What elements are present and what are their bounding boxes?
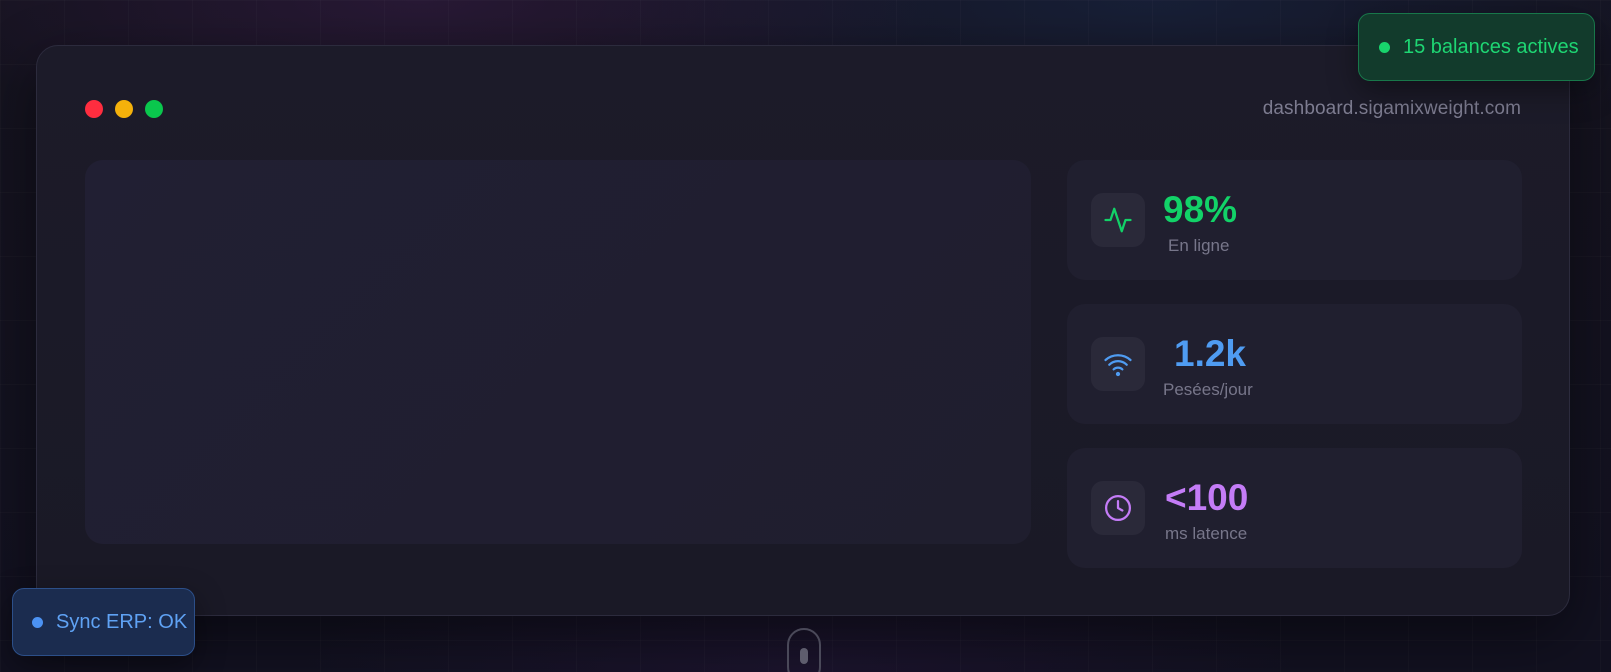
active-scales-badge: 15 balances actives <box>1358 13 1595 81</box>
window-controls <box>85 100 163 118</box>
url-label: dashboard.sigamixweight.com <box>1262 98 1521 119</box>
stat-value: 1.2k <box>1174 333 1247 374</box>
badge-text: Sync ERP: OK <box>56 610 188 633</box>
stat-label: ms latence <box>1165 524 1248 543</box>
badge-text: 15 balances actives <box>1403 35 1579 58</box>
dashboard-window: dashboard.sigamixweight.com 98% En ligne <box>36 45 1570 616</box>
erp-sync-badge: Sync ERP: OK <box>12 588 195 656</box>
stat-value: 98% <box>1163 189 1238 230</box>
status-dot-icon <box>32 616 43 628</box>
stat-card-weighings: 1.2k Pesées/jour <box>1067 304 1522 424</box>
clock-icon <box>1091 481 1145 535</box>
maximize-window-button[interactable] <box>145 100 163 118</box>
page-background: dashboard.sigamixweight.com 98% En ligne <box>0 0 1611 672</box>
stat-card-latency: <100 ms latence <box>1067 448 1522 568</box>
scroll-down-indicator[interactable] <box>787 628 821 672</box>
status-dot-icon <box>1379 41 1390 53</box>
main-preview-panel <box>85 160 1031 544</box>
stat-label: Pesées/jour <box>1163 380 1253 399</box>
activity-icon <box>1091 193 1145 247</box>
close-window-button[interactable] <box>85 100 103 118</box>
stat-label: En ligne <box>1168 236 1230 255</box>
stat-value: <100 <box>1165 477 1249 518</box>
mouse-wheel-icon <box>800 648 808 664</box>
stat-card-online: 98% En ligne <box>1067 160 1522 280</box>
wifi-icon <box>1091 337 1145 391</box>
minimize-window-button[interactable] <box>115 100 133 118</box>
